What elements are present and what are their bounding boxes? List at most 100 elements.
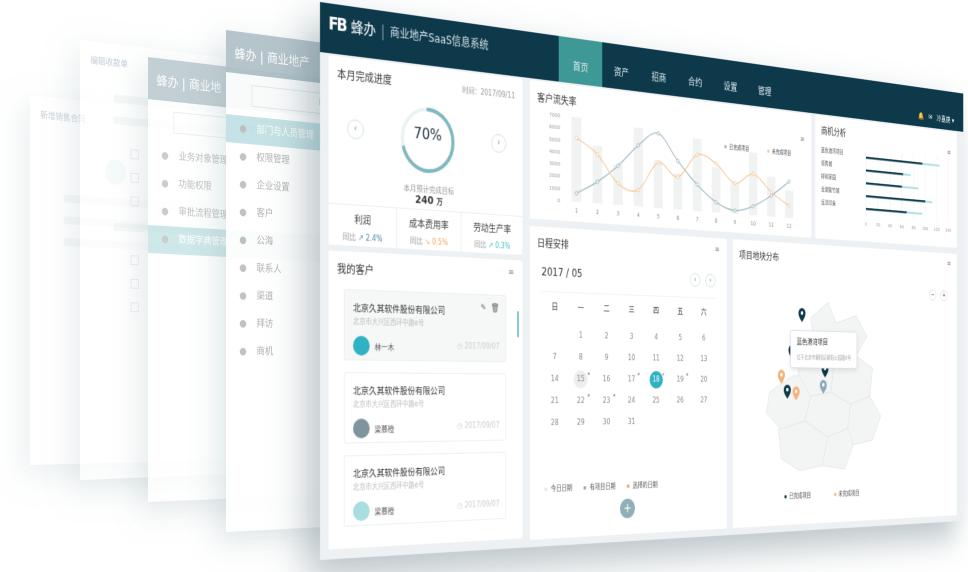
sea-icon: ● [238, 227, 248, 255]
kpi-name: 利润 [329, 210, 396, 229]
customers-card: 我的客户 ≡ 北京久其软件股份有限公司 北京市大兴区西环中路6号 林一木 ◷ 2017… [329, 250, 523, 549]
data-point [657, 132, 660, 136]
nav-tab[interactable]: 资产 [602, 42, 640, 92]
calendar-day[interactable]: 4 [644, 329, 668, 347]
x-tick-label: 4 [637, 212, 640, 219]
map-pin-icon[interactable] [798, 308, 805, 322]
bar [654, 160, 663, 209]
data-point [734, 209, 736, 213]
customer-icon: ● [238, 199, 248, 227]
nav-tab[interactable]: 合约 [677, 53, 713, 101]
calendar-day[interactable]: 15 [568, 370, 594, 388]
message-icon[interactable]: ✉ [929, 113, 933, 121]
calendar-day[interactable]: 27 [692, 392, 715, 409]
x-tick-label: 2 [596, 209, 599, 216]
x-tick-label: 9 [734, 219, 737, 226]
checkbox [130, 302, 138, 312]
customer-item[interactable]: 北京久其软件股份有限公司 北京市大兴区西环中路6号 林一木 ◷ 2017/09/07 ✎… [344, 289, 506, 362]
prev-month-button[interactable]: ‹ [690, 273, 700, 287]
sidebar-item-label: 数据字典管理 [179, 227, 228, 257]
user-menu[interactable]: 冷嘉庚 ▾ [937, 113, 955, 125]
trend-up-icon: ↗ [358, 233, 364, 242]
calendar-day[interactable]: 21 [541, 392, 567, 410]
scrollbar[interactable] [517, 311, 518, 337]
calendar-day[interactable]: 5 [668, 329, 692, 347]
avatar [353, 336, 370, 356]
x-tick-label: 0 [865, 222, 867, 227]
calendar-day[interactable]: 3 [619, 328, 644, 346]
category-label: 蓝色港湾项目 [821, 147, 843, 156]
tooltip-title: 蓝色港湾项目 [797, 336, 851, 348]
calendar-day[interactable]: 22 [568, 392, 594, 410]
add-schedule-button[interactable]: + [620, 498, 635, 518]
x-tick-label: 7 [696, 217, 699, 224]
calendar-day[interactable]: 2 [594, 327, 619, 345]
sidebar-item-label: 联系人 [257, 256, 282, 285]
calendar-day[interactable]: 20 [692, 371, 715, 388]
calendar-day[interactable]: 19 [668, 371, 692, 389]
weekday-header: 五 [668, 303, 692, 326]
contact-person: 梁慕橙 [375, 424, 395, 435]
calendar-day[interactable]: 13 [692, 351, 715, 369]
bar [866, 195, 925, 202]
next-button[interactable]: › [491, 133, 506, 153]
calendar-day[interactable]: 1 [568, 327, 594, 346]
calendar-day[interactable]: 28 [541, 414, 567, 433]
divider: | [381, 22, 385, 40]
y-tick-label: 4000 [549, 149, 560, 156]
menu-icon[interactable]: ≡ [715, 248, 721, 252]
calendar-grid: 日一二三四五六 1 2 3 4 5 6 7 8 9 10 11 12 13 14 15 16 17 18 19 20 21… [541, 298, 715, 432]
calendar-day[interactable]: 25 [644, 392, 668, 410]
event-dot [686, 373, 688, 376]
calendar-day[interactable]: 29 [568, 414, 594, 432]
goal-number: 240 [415, 193, 433, 207]
notification-icon[interactable]: 🔔 [919, 112, 925, 121]
x-tick-label: 10 [751, 221, 756, 228]
calendar-day[interactable]: 30 [594, 413, 619, 431]
kpi-prefix: 同比 [342, 232, 355, 242]
calendar-day[interactable]: 16 [594, 370, 619, 388]
delete-icon[interactable]: 🗑 [491, 304, 500, 314]
calendar-day[interactable]: 10 [619, 349, 644, 367]
calendar-day[interactable]: 12 [668, 350, 692, 368]
calendar-day[interactable]: 6 [692, 330, 715, 348]
calendar-day[interactable]: 14 [541, 370, 567, 388]
next-month-button[interactable]: › [705, 273, 715, 287]
y-tick-label: 2000 [549, 173, 560, 180]
x-tick-label: 11 [769, 222, 774, 229]
sidebar-item-label: 拜访 [257, 311, 274, 339]
calendar-day[interactable]: 7 [541, 348, 567, 367]
nav-tab[interactable]: 招商 [640, 48, 677, 97]
x-tick-label: 8 [715, 218, 718, 225]
sidebar-item-label: 客户 [257, 200, 274, 229]
calendar-day[interactable]: 9 [594, 349, 619, 367]
weekday-header: 三 [619, 301, 644, 325]
briefcase-icon: ● [160, 142, 170, 171]
calendar-day[interactable]: 11 [644, 350, 668, 368]
category-label: 远洋印象 [821, 199, 836, 207]
calendar-day[interactable]: 18 [644, 371, 668, 389]
clock-icon: ◷ [457, 342, 462, 351]
calendar-day[interactable]: 24 [619, 392, 644, 410]
nav-tab[interactable]: 首页 [559, 36, 603, 87]
legend-item: 今日日期 [544, 483, 572, 494]
beijing-map[interactable] [733, 239, 957, 528]
category-label: 祥和家园 [821, 173, 836, 181]
calendar-day[interactable]: 17 [619, 371, 644, 389]
bar [572, 117, 582, 202]
calendar-day[interactable]: 26 [668, 392, 692, 409]
calendar-day[interactable]: 31 [619, 413, 644, 431]
prev-button[interactable]: ‹ [347, 119, 364, 140]
customer-item[interactable]: 北京久其软件股份有限公司 北京市大兴区西环中路6号 梁慕橙 ◷ 2017/09/07 [344, 452, 506, 527]
menu-icon[interactable]: ≡ [508, 271, 515, 275]
map-region [848, 396, 881, 445]
calendar-day[interactable]: 23 [594, 392, 619, 410]
calendar-day[interactable]: 8 [568, 348, 594, 366]
card-title: 我的客户 [337, 261, 374, 278]
nav-tab[interactable]: 管理 [748, 63, 782, 109]
customer-item[interactable]: 北京久其软件股份有限公司 北京市大兴区西环中路6号 梁慕橙 ◷ 2017/09/07 [344, 372, 506, 443]
x-tick-label: 140 [945, 228, 951, 233]
visit-icon: ● [238, 310, 248, 338]
nav-tab[interactable]: 设置 [713, 58, 748, 105]
edit-icon[interactable]: ✎ [481, 304, 487, 314]
